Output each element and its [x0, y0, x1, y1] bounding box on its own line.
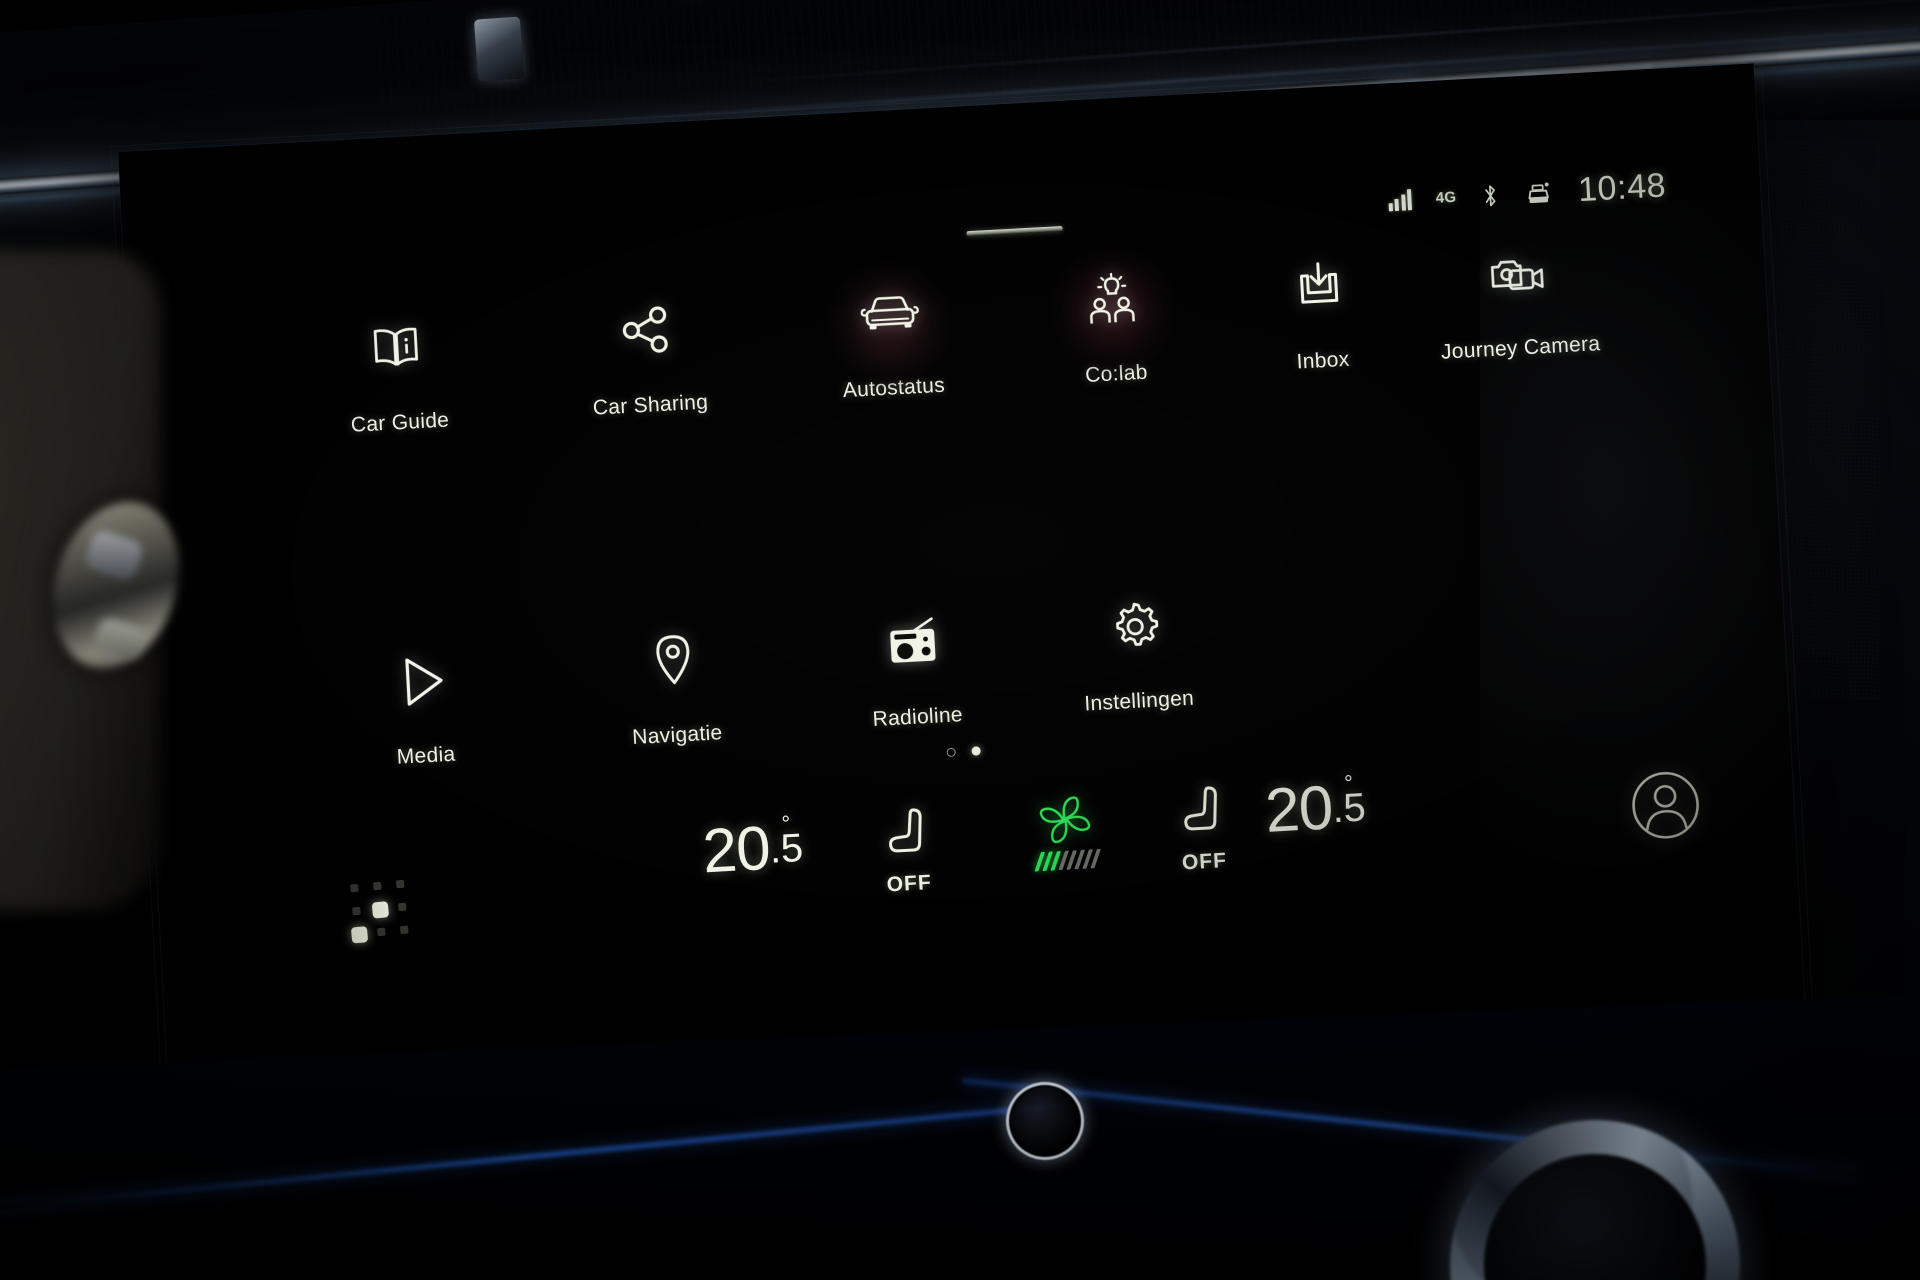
passenger-temperature-value: 20 .5 ° — [1263, 770, 1375, 846]
car-front-icon — [857, 279, 922, 348]
grid-dot — [399, 925, 409, 935]
app-tile-radioline[interactable]: Radioline — [807, 604, 1023, 735]
driver-temperature-control[interactable]: 20 .5 ° — [700, 810, 812, 887]
app-launcher-button[interactable] — [347, 876, 412, 944]
app-label: Inbox — [1296, 347, 1351, 374]
app-label: Journey Camera — [1440, 332, 1601, 364]
seat-heating-icon — [888, 808, 922, 853]
app-tile-media[interactable]: Media — [315, 643, 531, 774]
temp-whole: 20 — [1263, 773, 1335, 846]
degree-symbol: ° — [780, 810, 791, 837]
temp-whole: 20 — [700, 813, 772, 887]
lightbulb-people-icon — [1082, 265, 1143, 334]
user-profile-button[interactable] — [1628, 767, 1704, 848]
play-triangle-icon — [393, 647, 450, 716]
console-rotary-knob[interactable] — [1006, 1082, 1084, 1160]
app-tile-car-guide[interactable]: Car Guide — [289, 310, 505, 441]
app-label: Autostatus — [842, 373, 946, 403]
photo-video-camera-icon — [1486, 239, 1547, 308]
app-label: Car Sharing — [592, 390, 709, 420]
app-label: Navigatie — [631, 721, 724, 750]
app-label: Co:lab — [1084, 360, 1149, 388]
grid-dot-active — [350, 926, 369, 944]
passenger-temperature-control[interactable]: 20 .5 ° — [1263, 770, 1375, 846]
fan-speed-bars[interactable] — [1034, 848, 1101, 871]
app-tile-inbox[interactable]: Inbox — [1212, 248, 1428, 379]
app-tile-journey-camera[interactable]: Journey Camera — [1410, 235, 1626, 366]
user-avatar-icon — [1632, 771, 1699, 839]
page-dot-2[interactable] — [971, 746, 981, 756]
infotainment-display[interactable]: 4G 10:48 Car Guide Car Sharing Autostatu… — [118, 63, 1807, 1121]
vent-adjuster-tab-left[interactable] — [473, 16, 525, 82]
gear-icon — [1107, 592, 1162, 661]
page-indicator[interactable] — [946, 746, 981, 758]
grid-dot — [372, 881, 382, 891]
app-label: Media — [396, 742, 457, 769]
grid-dot — [350, 883, 359, 893]
grid-dot — [397, 902, 407, 912]
app-label: Instellingen — [1083, 686, 1195, 716]
book-info-icon — [367, 314, 424, 383]
fan-speed-control[interactable] — [1034, 792, 1101, 871]
radio-icon — [884, 608, 943, 677]
seat-heating-icon — [1183, 786, 1217, 831]
grid-dot — [395, 879, 405, 889]
app-tile-colab[interactable]: Co:lab — [1006, 240, 1222, 392]
driver-temperature-value: 20 .5 ° — [700, 810, 812, 887]
passenger-seat-heating-control[interactable]: OFF — [1178, 783, 1228, 875]
map-pin-icon — [649, 627, 699, 695]
app-tile-navigatie[interactable]: Navigatie — [567, 622, 783, 753]
app-tile-car-sharing[interactable]: Car Sharing — [540, 292, 756, 423]
fan-blades-icon — [1039, 796, 1091, 844]
page-dot-1[interactable] — [946, 747, 956, 758]
share-nodes-icon — [619, 296, 674, 365]
degree-symbol: ° — [1343, 770, 1353, 796]
inbox-tray-icon — [1291, 252, 1346, 321]
grid-dot — [377, 927, 386, 937]
grid-dot-active — [371, 901, 390, 919]
passenger-seat-state: OFF — [1181, 849, 1228, 875]
app-label: Car Guide — [350, 408, 450, 437]
driver-seat-heating-control[interactable]: OFF — [883, 805, 933, 897]
app-label: Radioline — [872, 703, 964, 732]
app-tile-autostatus[interactable]: Autostatus — [783, 255, 999, 406]
grid-dot — [352, 906, 361, 916]
driver-seat-state: OFF — [886, 871, 933, 897]
app-tile-instellingen[interactable]: Instellingen — [1029, 588, 1245, 719]
car-interior-scene: 4G 10:48 Car Guide Car Sharing Autostatu… — [0, 0, 1920, 1280]
